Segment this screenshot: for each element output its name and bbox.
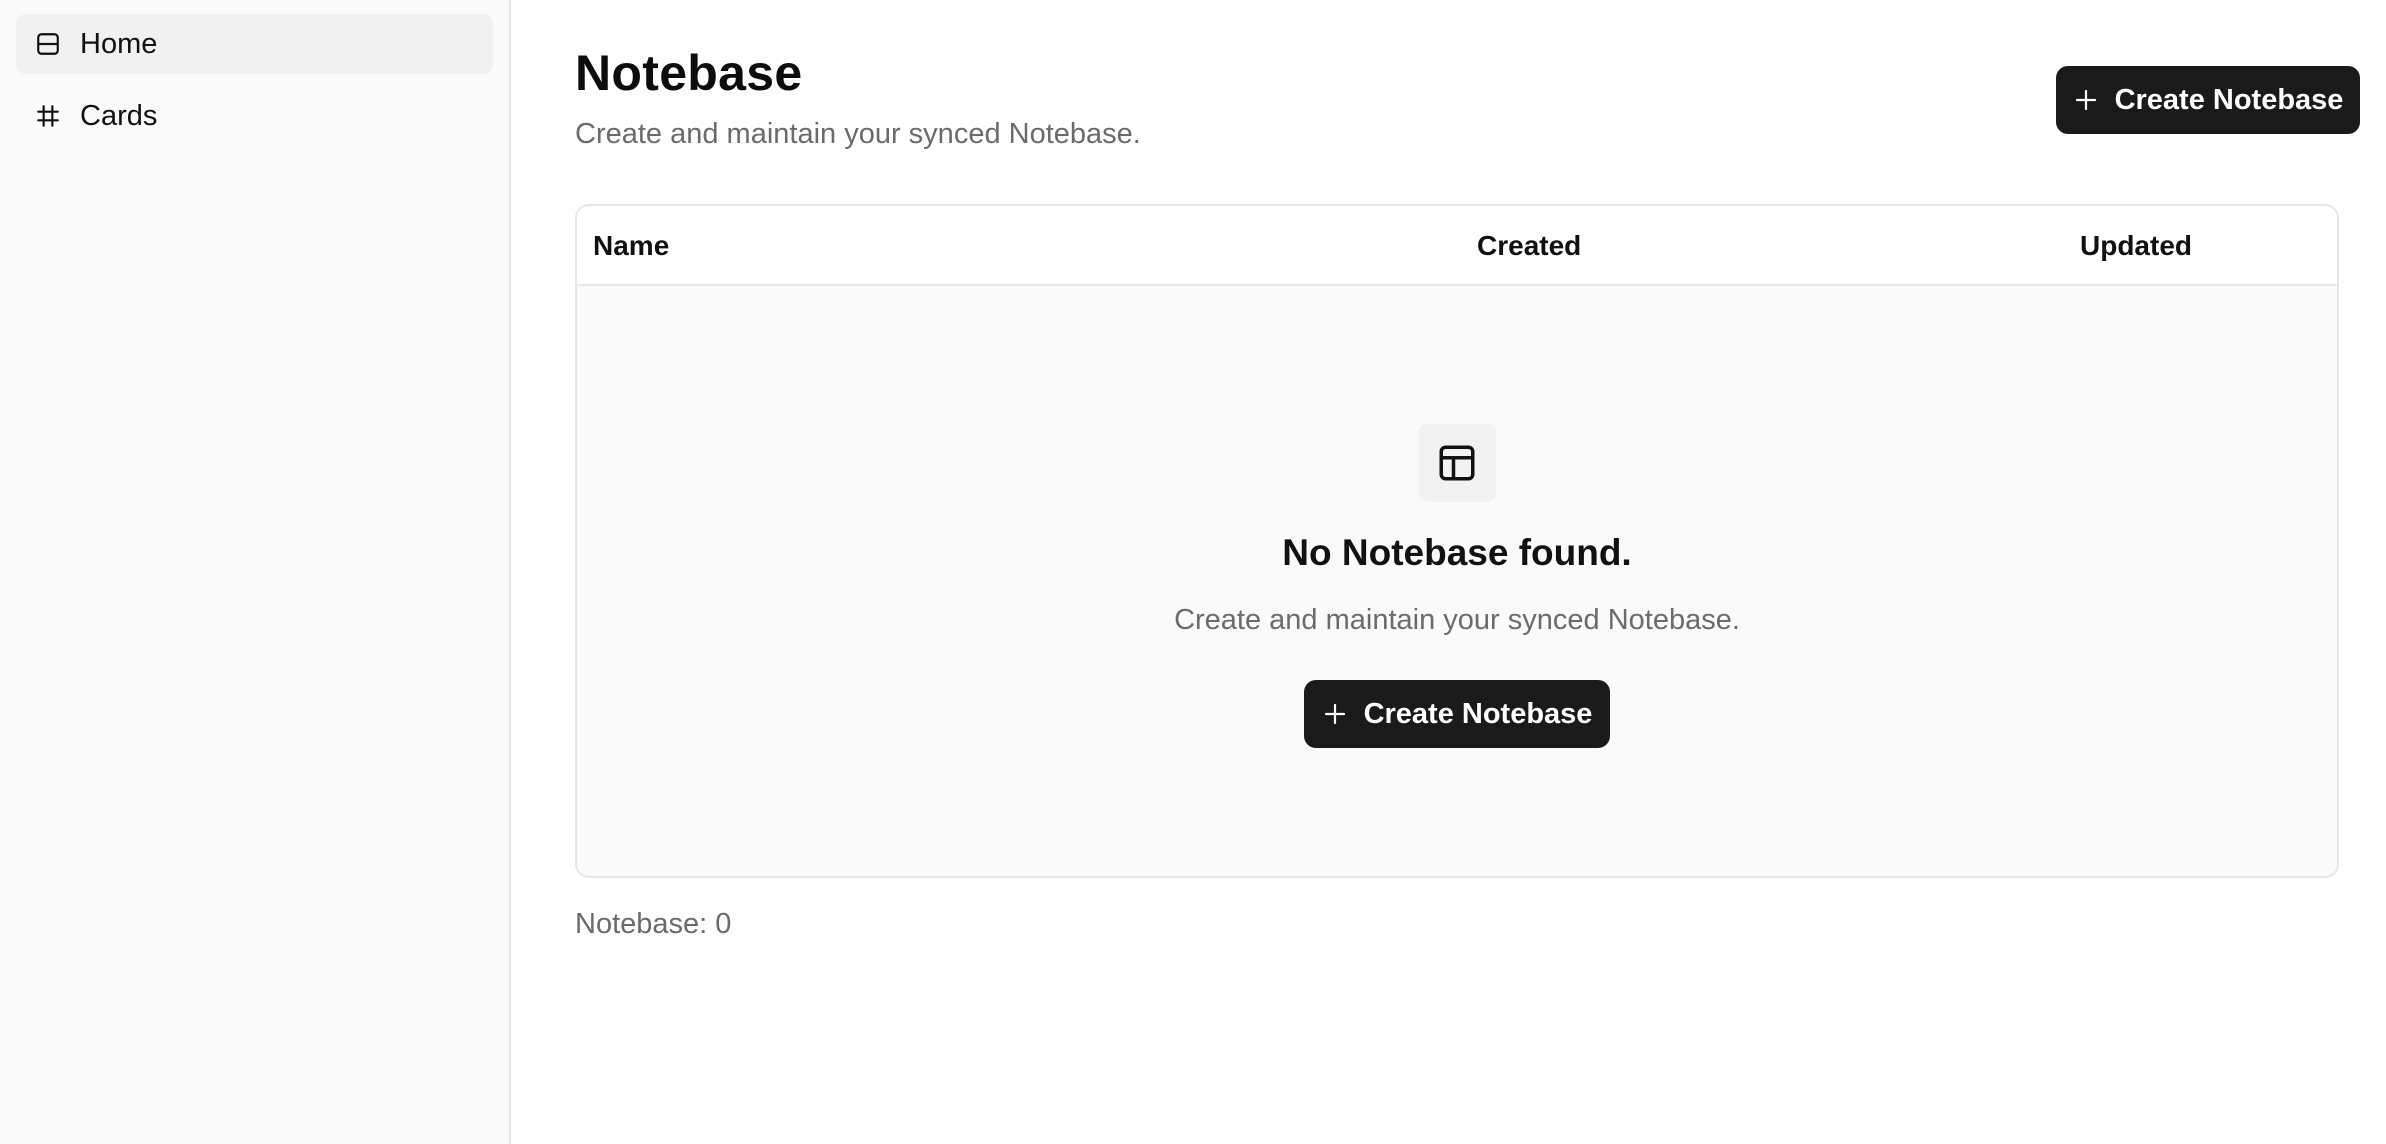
empty-state-description: Create and maintain your synced Notebase…: [1174, 604, 1740, 636]
empty-state-title: No Notebase found.: [1282, 532, 1632, 573]
plus-icon: [1322, 701, 1348, 727]
empty-state-create-notebase-button[interactable]: Create Notebase: [1304, 680, 1610, 748]
empty-state-button-label: Create Notebase: [1363, 697, 1593, 730]
create-notebase-button[interactable]: Create Notebase: [2056, 66, 2360, 134]
column-header-name[interactable]: Name: [593, 206, 669, 286]
sidebar-item-home[interactable]: Home: [16, 14, 493, 74]
column-header-created[interactable]: Created: [1477, 206, 1581, 286]
sidebar-item-label: Cards: [80, 99, 158, 132]
table-icon: [1418, 424, 1496, 502]
notebase-table: Name Created Updated No Notebase found. …: [575, 204, 2339, 878]
notebase-count: Notebase: 0: [575, 908, 732, 940]
create-notebase-button-label: Create Notebase: [2114, 83, 2344, 116]
plus-icon: [2073, 87, 2099, 113]
sidebar-item-cards[interactable]: Cards: [16, 86, 493, 146]
sidebar-item-label: Home: [80, 27, 158, 60]
sidebar: Home Cards: [0, 0, 511, 1144]
page-subtitle: Create and maintain your synced Notebase…: [575, 118, 1141, 150]
hash-icon: [34, 102, 62, 130]
table-header: Name Created Updated: [577, 206, 2337, 286]
app-root: Home Cards Notebase Create and maintain …: [0, 0, 2386, 1144]
page-title: Notebase: [575, 45, 803, 101]
table-empty-state: No Notebase found. Create and maintain y…: [577, 286, 2337, 876]
layout-rows-icon: [34, 30, 62, 58]
main-content: Notebase Create and maintain your synced…: [511, 0, 2386, 1144]
column-header-updated[interactable]: Updated: [2080, 206, 2192, 286]
